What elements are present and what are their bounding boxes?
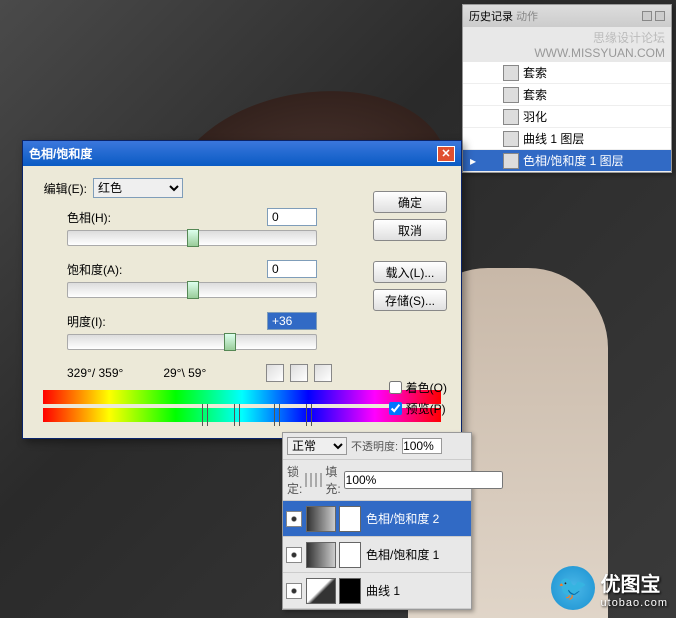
visibility-icon[interactable] (286, 547, 302, 563)
layer-name: 曲线 1 (366, 582, 400, 599)
save-button[interactable]: 存储(S)... (373, 289, 447, 311)
range-marker[interactable] (202, 404, 208, 426)
history-label: 羽化 (523, 108, 547, 125)
feather-icon (503, 109, 519, 125)
angle-range-2: 29°\ 59° (163, 366, 206, 380)
mask-thumb (339, 506, 361, 532)
saturation-slider[interactable] (67, 282, 317, 298)
lasso-icon (503, 87, 519, 103)
actions-tab[interactable]: 动作 (516, 11, 538, 23)
watermark-title: 优图宝 (601, 568, 668, 597)
history-item[interactable]: 套索 (463, 84, 671, 106)
range-marker[interactable] (234, 404, 240, 426)
slider-thumb[interactable] (187, 229, 199, 247)
history-label: 色相/饱和度 1 图层 (523, 152, 624, 169)
lock-transparency-icon[interactable] (305, 473, 307, 487)
cancel-button[interactable]: 取消 (373, 219, 447, 241)
blend-mode-select[interactable]: 正常 (287, 437, 347, 455)
lightness-label: 明度(I): (67, 313, 147, 330)
mask-thumb (339, 542, 361, 568)
watermark-url: utobao.com (601, 597, 668, 609)
hue-input[interactable] (267, 208, 317, 226)
layer-thumb (306, 578, 336, 604)
spectrum-bar (43, 390, 441, 404)
layer-icon (503, 153, 519, 169)
ok-button[interactable]: 确定 (373, 191, 447, 213)
history-panel: 历史记录 动作 思缘设计论坛 WWW.MISSYUAN.COM 套索 套索 羽化… (462, 4, 672, 173)
lightness-slider[interactable] (67, 334, 317, 350)
edit-select[interactable]: 红色 (93, 178, 183, 198)
eyedropper-plus-icon[interactable] (290, 364, 308, 382)
fill-label: 填充: (325, 463, 340, 497)
edit-label: 编辑(E): (37, 180, 87, 197)
minimize-icon[interactable] (642, 11, 652, 21)
colorize-checkbox[interactable]: 着色(O) (389, 379, 447, 396)
load-button[interactable]: 载入(L)... (373, 261, 447, 283)
opacity-input[interactable] (402, 438, 442, 454)
visibility-icon[interactable] (286, 583, 302, 599)
close-icon[interactable]: ✕ (437, 146, 455, 162)
dialog-title: 色相/饱和度 (29, 145, 92, 162)
hue-saturation-dialog: 色相/饱和度 ✕ 编辑(E): 红色 色相(H): 饱和度(A): 明度(I):… (22, 140, 462, 439)
slider-thumb[interactable] (187, 281, 199, 299)
history-item[interactable]: ▸色相/饱和度 1 图层 (463, 150, 671, 172)
layer-name: 色相/饱和度 2 (366, 510, 439, 527)
layers-panel: 正常 不透明度: 锁定: 填充: 色相/饱和度 2 色相/饱和度 1 曲线 1 (282, 432, 472, 610)
saturation-input[interactable] (267, 260, 317, 278)
fill-input[interactable] (344, 471, 503, 489)
slider-thumb[interactable] (224, 333, 236, 351)
eyedropper-minus-icon[interactable] (314, 364, 332, 382)
history-tab[interactable]: 历史记录 (469, 11, 513, 23)
watermark: 🐦 优图宝 utobao.com (551, 566, 668, 610)
bird-icon: 🐦 (551, 566, 595, 610)
history-label: 套索 (523, 64, 547, 81)
url-text: WWW.MISSYUAN.COM (534, 46, 665, 60)
lock-label: 锁定: (287, 463, 302, 497)
history-label: 曲线 1 图层 (523, 130, 584, 147)
layer-thumb (306, 506, 336, 532)
history-item[interactable]: 套索 (463, 62, 671, 84)
history-item[interactable]: 曲线 1 图层 (463, 128, 671, 150)
lasso-icon (503, 65, 519, 81)
history-list: 套索 套索 羽化 曲线 1 图层 ▸色相/饱和度 1 图层 (463, 62, 671, 172)
lightness-input[interactable] (267, 312, 317, 330)
history-label: 套索 (523, 86, 547, 103)
lock-brush-icon[interactable] (310, 473, 312, 487)
close-icon[interactable] (655, 11, 665, 21)
preview-checkbox[interactable]: 预览(P) (389, 400, 447, 417)
layer-name: 色相/饱和度 1 (366, 546, 439, 563)
range-marker[interactable] (306, 404, 312, 426)
opacity-label: 不透明度: (351, 438, 398, 454)
hue-label: 色相(H): (67, 209, 147, 226)
watermark-text: 思缘设计论坛 (593, 31, 665, 45)
layer-thumb (306, 542, 336, 568)
visibility-icon[interactable] (286, 511, 302, 527)
dialog-titlebar[interactable]: 色相/饱和度 ✕ (23, 141, 461, 166)
lock-all-icon[interactable] (320, 473, 322, 487)
spectrum-range-bar[interactable] (43, 408, 441, 422)
lock-move-icon[interactable] (315, 473, 317, 487)
layer-row[interactable]: 色相/饱和度 2 (283, 501, 471, 537)
mask-thumb (339, 578, 361, 604)
layer-row[interactable]: 曲线 1 (283, 573, 471, 609)
angle-range-1: 329°/ 359° (67, 366, 123, 380)
hue-slider[interactable] (67, 230, 317, 246)
history-header[interactable]: 历史记录 动作 (463, 5, 671, 27)
layer-row[interactable]: 色相/饱和度 1 (283, 537, 471, 573)
history-item[interactable]: 羽化 (463, 106, 671, 128)
eyedropper-icon[interactable] (266, 364, 284, 382)
range-marker[interactable] (274, 404, 280, 426)
saturation-label: 饱和度(A): (67, 261, 147, 278)
layer-icon (503, 131, 519, 147)
